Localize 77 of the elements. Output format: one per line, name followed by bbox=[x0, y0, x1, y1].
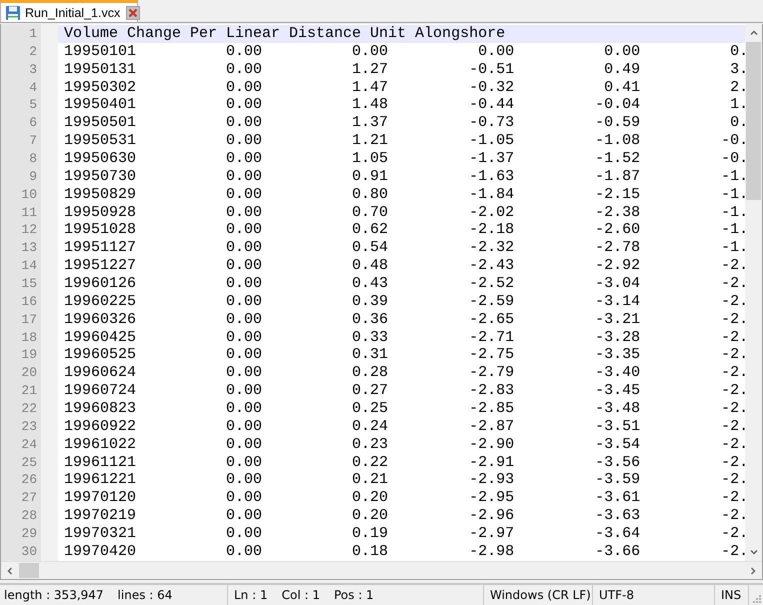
text-line: 19961221 0.00 0.21 -2.93 -3.59 -2. bbox=[63, 471, 745, 490]
status-text: INS bbox=[721, 588, 742, 602]
scrollbar-thumb[interactable] bbox=[746, 42, 761, 200]
text-line: 19950501 0.00 1.37 -0.73 -0.59 0. bbox=[63, 114, 745, 132]
text-line: 19961022 0.00 0.23 -2.90 -3.54 -2. bbox=[63, 436, 745, 454]
status-text: Windows (CR LF) bbox=[490, 588, 591, 602]
line-number: 21 bbox=[20, 382, 38, 400]
line-number: 1 bbox=[28, 25, 38, 43]
line-number: 15 bbox=[20, 275, 38, 293]
line-number: 13 bbox=[20, 239, 38, 258]
text-line: 19960823 0.00 0.25 -2.85 -3.48 -2. bbox=[63, 400, 745, 418]
status-text: UTF-8 bbox=[599, 588, 634, 602]
line-number: 29 bbox=[20, 525, 38, 543]
text-line: 19961121 0.00 0.22 -2.91 -3.56 -2. bbox=[63, 454, 745, 472]
text-line: 19960922 0.00 0.24 -2.87 -3.51 -2. bbox=[63, 418, 745, 436]
line-number: 10 bbox=[20, 186, 38, 204]
line-number: 5 bbox=[28, 96, 38, 114]
text-line: 19970321 0.00 0.19 -2.97 -3.64 -2. bbox=[63, 525, 745, 543]
text-line: 19960225 0.00 0.39 -2.59 -3.14 -2. bbox=[63, 292, 745, 311]
text-line: 19960724 0.00 0.27 -2.83 -3.45 -2. bbox=[63, 382, 745, 400]
text-line: 19950928 0.00 0.70 -2.02 -2.38 -1. bbox=[63, 204, 745, 222]
line-number: 9 bbox=[28, 168, 38, 186]
scroll-left-icon[interactable] bbox=[5, 566, 15, 576]
line-number: 20 bbox=[20, 364, 38, 382]
text-line: 19950630 0.00 1.05 -1.37 -1.52 -0. bbox=[63, 150, 745, 168]
line-number: 22 bbox=[20, 400, 38, 418]
line-number: 19 bbox=[20, 346, 38, 364]
line-number: 18 bbox=[20, 328, 38, 346]
text-line: 19950101 0.00 0.00 0.00 0.00 0. bbox=[63, 42, 745, 61]
line-number: 8 bbox=[28, 150, 38, 168]
text-line: 19950730 0.00 0.91 -1.63 -1.87 -1. bbox=[63, 168, 745, 186]
line-number: 23 bbox=[20, 418, 38, 436]
scroll-right-icon[interactable] bbox=[748, 566, 758, 576]
text-line: 19950829 0.00 0.80 -1.84 -2.15 -1. bbox=[63, 186, 745, 204]
status-text: Col : 1 bbox=[282, 588, 320, 602]
text-line: 19950302 0.00 1.47 -0.32 0.41 2. bbox=[63, 78, 745, 96]
status-text: Pos : 1 bbox=[334, 588, 374, 602]
scroll-down-icon[interactable] bbox=[748, 547, 758, 557]
status-text: Ln : 1 bbox=[234, 588, 268, 602]
text-line: 19970120 0.00 0.20 -2.95 -3.61 -2. bbox=[63, 489, 745, 508]
text-line: 19951127 0.00 0.54 -2.32 -2.78 -1. bbox=[63, 239, 745, 258]
line-number: 2 bbox=[28, 42, 38, 61]
line-number: 28 bbox=[20, 507, 38, 526]
text-line: 19960126 0.00 0.43 -2.52 -3.04 -2. bbox=[63, 275, 745, 293]
line-number: 30 bbox=[20, 542, 38, 561]
close-icon[interactable] bbox=[126, 6, 140, 20]
text-line: 19970219 0.00 0.20 -2.96 -3.63 -2. bbox=[63, 507, 745, 526]
status-text: length : 353,947 bbox=[4, 588, 104, 602]
line-number: 3 bbox=[28, 60, 38, 79]
text-editor[interactable] bbox=[1, 24, 745, 561]
text-line: 19960326 0.00 0.36 -2.65 -3.21 -2. bbox=[63, 310, 745, 329]
scrollbar-thumb[interactable] bbox=[19, 563, 39, 578]
text-line: 19950531 0.00 1.21 -1.05 -1.08 -0. bbox=[63, 132, 745, 150]
text-line: 19960525 0.00 0.31 -2.75 -3.35 -2. bbox=[63, 346, 745, 364]
text-line: 19960624 0.00 0.28 -2.79 -3.40 -2. bbox=[63, 364, 745, 382]
text-line: 19951227 0.00 0.48 -2.43 -2.92 -2. bbox=[63, 257, 745, 276]
line-number: 25 bbox=[20, 454, 38, 472]
line-number: 7 bbox=[28, 132, 38, 150]
text-line: 19950401 0.00 1.48 -0.44 -0.04 1. bbox=[63, 96, 745, 114]
line-number: 4 bbox=[28, 78, 38, 96]
line-number: 27 bbox=[20, 489, 38, 508]
text-line: 19970420 0.00 0.18 -2.98 -3.66 -2. bbox=[63, 542, 745, 561]
line-number: 6 bbox=[28, 114, 38, 132]
text-line: 19960425 0.00 0.33 -2.71 -3.28 -2. bbox=[63, 328, 745, 346]
text-line: 19950131 0.00 1.27 -0.51 0.49 3. bbox=[63, 60, 745, 79]
status-text: lines : 64 bbox=[118, 588, 172, 602]
line-number: 17 bbox=[20, 310, 38, 329]
text-line: 19951028 0.00 0.62 -2.18 -2.60 -1. bbox=[63, 221, 745, 240]
line-number: 26 bbox=[20, 471, 38, 490]
file-tab[interactable]: Run_Initial_1.vcx bbox=[0, 0, 138, 22]
line-number: 11 bbox=[20, 204, 38, 222]
line-number: 14 bbox=[20, 257, 38, 276]
horizontal-scrollbar[interactable] bbox=[1, 561, 762, 579]
line-number: 12 bbox=[20, 221, 38, 240]
resize-grip-icon[interactable] bbox=[751, 593, 761, 603]
line-number: 16 bbox=[20, 292, 38, 311]
line-number: 24 bbox=[20, 436, 38, 454]
